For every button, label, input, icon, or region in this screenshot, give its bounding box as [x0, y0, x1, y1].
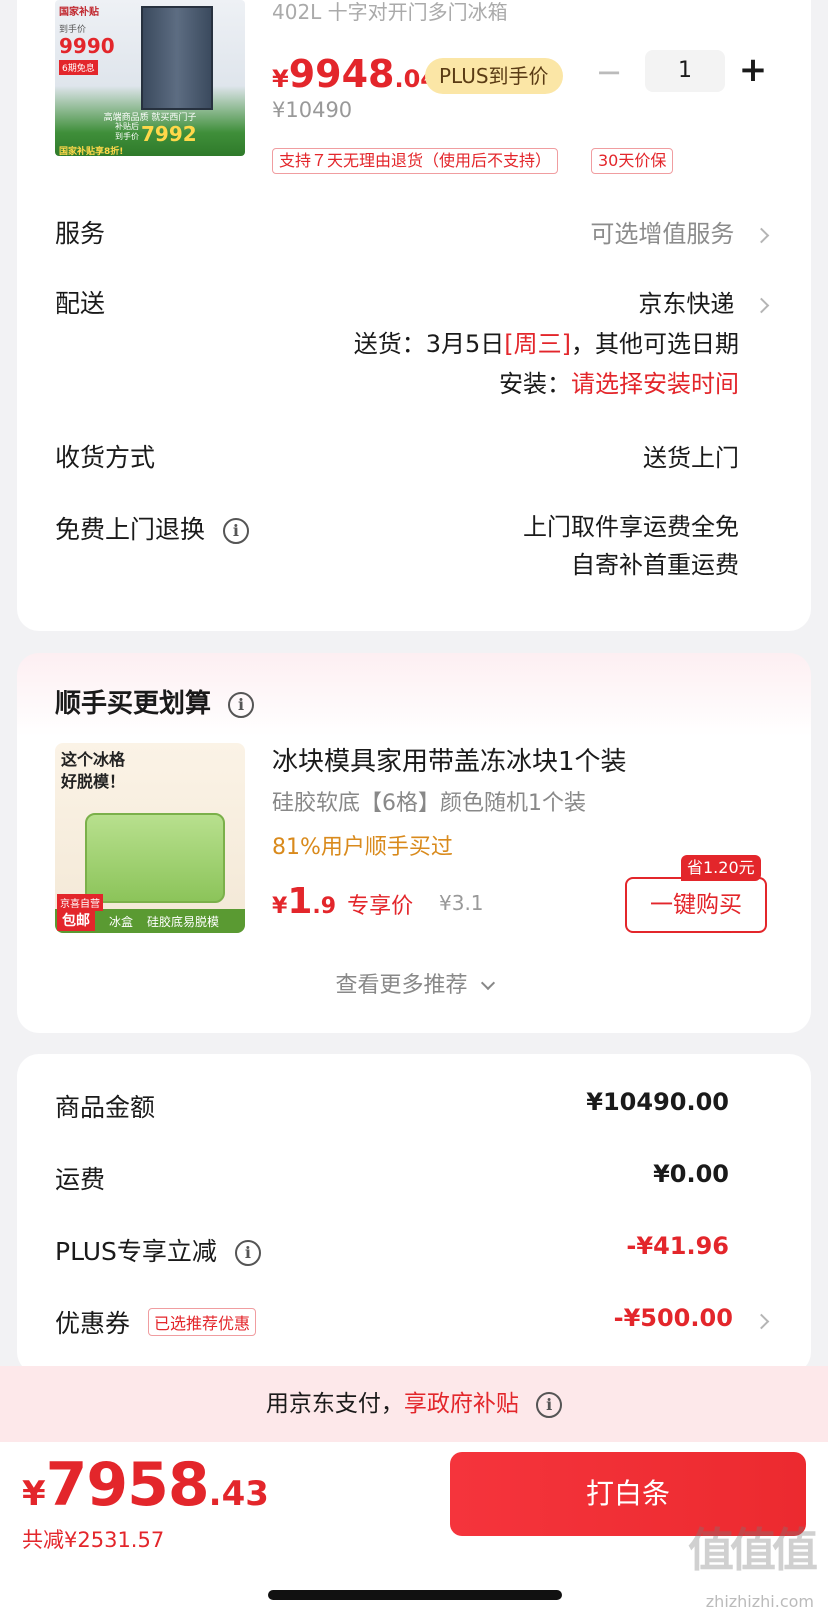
service-label: 服务: [55, 219, 106, 248]
install-label: 安装：: [499, 370, 571, 398]
thumb-badge-3: 冰盒: [109, 915, 134, 929]
plus-discount-label: PLUS专享立减 i: [55, 1232, 261, 1268]
delivery-label: 配送: [55, 289, 106, 318]
free-return-text: 免费上门退换: [55, 515, 206, 544]
info-icon[interactable]: i: [234, 1240, 261, 1266]
shipping-label: 运费: [55, 1165, 106, 1194]
coupon-text: 优惠券: [55, 1309, 131, 1338]
original-price: ¥10490: [272, 98, 353, 122]
recommend-item-subtitle: 硅胶软底【6格】颜色随机1个装: [272, 791, 586, 816]
one-click-buy-button[interactable]: 一键购买: [625, 877, 767, 933]
thumb-gift: 6期免息: [59, 60, 98, 75]
subsidy-banner-highlight: 享政府补贴: [403, 1391, 519, 1417]
goods-amount-label: 商品金额: [55, 1093, 156, 1122]
thumb-bottom: 国家补贴享8折!: [59, 147, 124, 156]
ice-tray-image: [85, 813, 225, 903]
recommend-card: 顺手买更划算 i 这个冰格 好脱模！ 京喜自营 包邮 冰盒 硅胶底易脱模 冰块模…: [17, 653, 811, 1033]
quantity-input[interactable]: 1: [645, 50, 725, 92]
plus-discount-value: -¥41.96: [626, 1232, 729, 1260]
free-return-values: 上门取件享运费全免 自寄补首重运费: [523, 508, 739, 584]
chevron-right-icon: [753, 1313, 770, 1330]
thumb-price: 9990: [59, 34, 115, 58]
chevron-down-icon: [480, 975, 495, 991]
chevron-right-icon: [753, 297, 770, 313]
shipping-value: ¥0.00: [653, 1160, 729, 1188]
watermark-logo: 值值值: [688, 1523, 818, 1577]
delivery-row[interactable]: 京东快递: [638, 284, 770, 319]
free-return-value-2: 自寄补首重运费: [571, 551, 739, 579]
service-value: 可选增值服务: [590, 220, 735, 248]
install-value: 请选择安装时间: [571, 370, 739, 398]
price-summary-card: 商品金额 ¥10490.00 运费 ¥0.00 PLUS专享立减 i -¥41.…: [17, 1054, 811, 1374]
receive-method-label: 收货方式: [55, 443, 156, 472]
more-recommend-text: 查看更多推荐: [335, 973, 468, 998]
order-item-card: 国家补贴 到手价 9990 6期免息 高端商品质 就买西门子 7992 补贴后到…: [17, 0, 811, 631]
delivery-date-day: [周三]: [504, 330, 571, 358]
goods-amount-value: ¥10490.00: [586, 1088, 729, 1116]
recommend-item-thumbnail[interactable]: 这个冰格 好脱模！ 京喜自营 包邮 冰盒 硅胶底易脱模: [55, 743, 245, 933]
coupon-tag: 已选推荐优惠: [147, 1308, 256, 1336]
recommend-title-text: 顺手买更划算: [55, 689, 212, 719]
thumb-badge-4: 硅胶底易脱模: [147, 915, 220, 929]
recommend-title: 顺手买更划算 i: [55, 683, 255, 720]
product-title[interactable]: 402L 十字对开门多门冰箱: [272, 0, 508, 25]
thumb-caption-2: 好脱模！: [61, 772, 126, 791]
plus-price-badge: PLUS到手价: [425, 58, 563, 94]
quantity-plus-button[interactable]: +: [733, 52, 773, 92]
free-return-value-1: 上门取件享运费全免: [523, 513, 739, 541]
install-time[interactable]: 安装：请选择安装时间: [499, 364, 739, 399]
product-price: ¥9948.04: [272, 52, 437, 96]
thumb-tag: 国家补贴: [59, 7, 99, 18]
chevron-right-icon: [753, 227, 770, 243]
total-price: ¥7958.43: [22, 1450, 269, 1520]
recommend-item-price: ¥1.9 专享价: [272, 881, 414, 922]
home-indicator: [268, 1590, 562, 1600]
thumb-subsidy-label: 补贴后到手价: [115, 122, 139, 141]
quantity-minus-button[interactable]: −: [589, 54, 629, 94]
thumb-subsidy-price: 7992: [141, 122, 197, 146]
info-icon[interactable]: i: [222, 518, 249, 544]
watermark-url: zhizhizhi.com: [705, 1592, 814, 1611]
save-badge: 省1.20元: [681, 855, 761, 881]
recommend-old-price: ¥3.1: [439, 891, 484, 915]
thumb-caption: 这个冰格 好脱模！: [61, 749, 125, 793]
product-thumbnail[interactable]: 国家补贴 到手价 9990 6期免息 高端商品质 就买西门子 7992 补贴后到…: [55, 0, 245, 156]
service-row[interactable]: 可选增值服务: [590, 214, 770, 249]
total-saved: 共减¥2531.57: [22, 1528, 165, 1552]
price-protect-tag: 30天价保: [591, 148, 674, 174]
thumb-badge-2: 包邮: [57, 909, 95, 931]
coupon-label: 优惠券 已选推荐优惠: [55, 1304, 256, 1340]
receive-method-value: 送货上门: [643, 444, 739, 472]
fridge-image: [141, 6, 213, 110]
delivery-value: 京东快递: [638, 290, 735, 318]
recommend-item-stat: 81%用户顺手买过: [272, 835, 453, 860]
thumb-caption-1: 这个冰格: [61, 750, 126, 769]
recommend-item-title[interactable]: 冰块模具家用带盖冻冰块1个装: [272, 741, 627, 778]
delivery-date-suffix: ，其他可选日期: [571, 330, 739, 358]
checkout-footer: ¥7958.43 共减¥2531.57 打白条 值值值 zhizhizhi.co…: [0, 1442, 828, 1620]
subsidy-banner-text: 用京东支付，: [265, 1391, 404, 1417]
subsidy-banner[interactable]: 用京东支付，享政府补贴 i: [0, 1366, 828, 1442]
delivery-date[interactable]: 送货：3月5日[周三]，其他可选日期: [354, 324, 739, 359]
info-icon[interactable]: i: [536, 1391, 563, 1418]
delivery-date-text: 送货：3月5日: [353, 330, 505, 358]
coupon-row[interactable]: -¥500.00: [613, 1304, 770, 1332]
plus-discount-text: PLUS专享立减: [55, 1237, 217, 1266]
return-policy-tag: 支持７天无理由退货（使用后不支持）: [272, 148, 559, 174]
free-return-label: 免费上门退换 i: [55, 510, 249, 546]
info-icon[interactable]: i: [228, 691, 255, 718]
coupon-value: -¥500.00: [613, 1304, 733, 1332]
more-recommend-link[interactable]: 查看更多推荐: [17, 967, 811, 999]
